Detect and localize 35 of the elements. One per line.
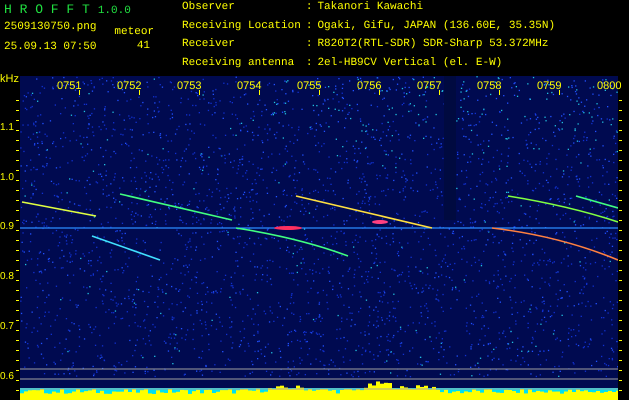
time-label: 0756 — [357, 81, 382, 92]
station-value: Ogaki, Gifu, JAPAN (136.60E, 35.35N) — [317, 20, 556, 34]
separator: : — [306, 39, 312, 52]
separator: : — [306, 58, 312, 70]
time-label: 0754 — [237, 81, 262, 92]
time-label: 0751 — [57, 81, 82, 92]
meteor-label: meteor — [114, 27, 154, 37]
station-label: Receiving Location — [182, 20, 301, 34]
axis-unit: kHz — [0, 74, 19, 84]
time-label: 0757 — [417, 81, 442, 92]
meteor-count: 41 — [136, 41, 152, 51]
file-name: 2509130750.png — [4, 22, 96, 32]
station-label: Receiving antenna — [182, 58, 296, 70]
station-label: Receiver — [182, 39, 236, 52]
station-label: Observer — [182, 2, 236, 15]
date-time: 25.09.13 07:50 — [4, 42, 96, 52]
app-name: H R O F F T — [4, 2, 90, 18]
time-label: 0753 — [177, 81, 202, 92]
time-label: 0800 — [597, 81, 622, 92]
separator: : — [306, 2, 312, 15]
time-label: 0758 — [477, 81, 502, 92]
frequency-label: 0.6 — [0, 372, 14, 382]
frequency-label: 0.8 — [0, 272, 14, 282]
app-version: 1.0.0 — [98, 6, 131, 16]
frequency-label: 0.9 — [0, 222, 14, 232]
station-value: 2el-HB9CV Vertical (el. E-W) — [317, 58, 504, 70]
station-value: R820T2(RTL-SDR) SDR-Sharp 53.372MHz — [317, 39, 550, 52]
frequency-label: 0.7 — [0, 322, 14, 332]
station-value: Takanori Kawachi — [317, 2, 424, 15]
frequency-label: 1.0 — [0, 172, 14, 183]
frequency-label: 1.1 — [0, 123, 14, 133]
time-label: 0752 — [117, 81, 142, 92]
time-label: 0755 — [297, 81, 322, 92]
separator: : — [306, 20, 312, 34]
time-label: 0759 — [537, 81, 562, 92]
